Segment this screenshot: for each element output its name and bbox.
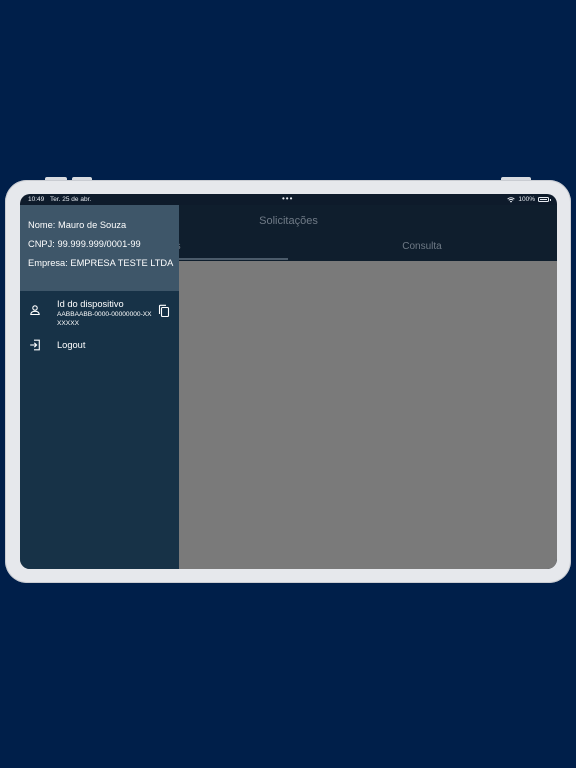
user-cnpj: CNPJ: 99.999.999/0001-99	[28, 239, 141, 249]
drawer-item-device-id[interactable]: Id do dispositivo AABBAABB-0000-00000000…	[20, 297, 179, 333]
side-drawer: Nome: Mauro de Souza CNPJ: 99.999.999/00…	[20, 205, 179, 569]
tablet-screen: Solicitações Solicitações Consulta 10:49…	[20, 194, 557, 569]
logout-icon	[30, 339, 40, 351]
status-date: Ter. 25 de abr.	[49, 196, 92, 203]
user-company: Empresa: EMPRESA TESTE LTDA	[28, 258, 174, 268]
battery-icon	[538, 197, 551, 202]
tab-consulta[interactable]: Consulta	[288, 241, 556, 252]
status-time: 10:49	[28, 196, 45, 203]
person-icon	[30, 305, 40, 316]
device-id-label: Id do dispositivo	[57, 299, 124, 309]
wifi-icon	[507, 196, 516, 203]
tab-indicator	[178, 258, 288, 260]
battery-percentage: 100%	[518, 196, 535, 203]
user-name: Nome: Mauro de Souza	[28, 220, 127, 230]
multitasking-dots[interactable]: •••	[282, 194, 293, 204]
drawer-item-logout[interactable]: Logout	[20, 336, 179, 356]
copy-icon[interactable]	[158, 304, 170, 318]
device-id-value: AABBAABB-0000-00000000-XXXXXXX	[57, 311, 152, 327]
drawer-user-info: Nome: Mauro de Souza CNPJ: 99.999.999/00…	[20, 205, 179, 291]
logout-label: Logout	[57, 340, 86, 350]
status-bar: 10:49 Ter. 25 de abr. ••• 100%	[20, 194, 557, 205]
